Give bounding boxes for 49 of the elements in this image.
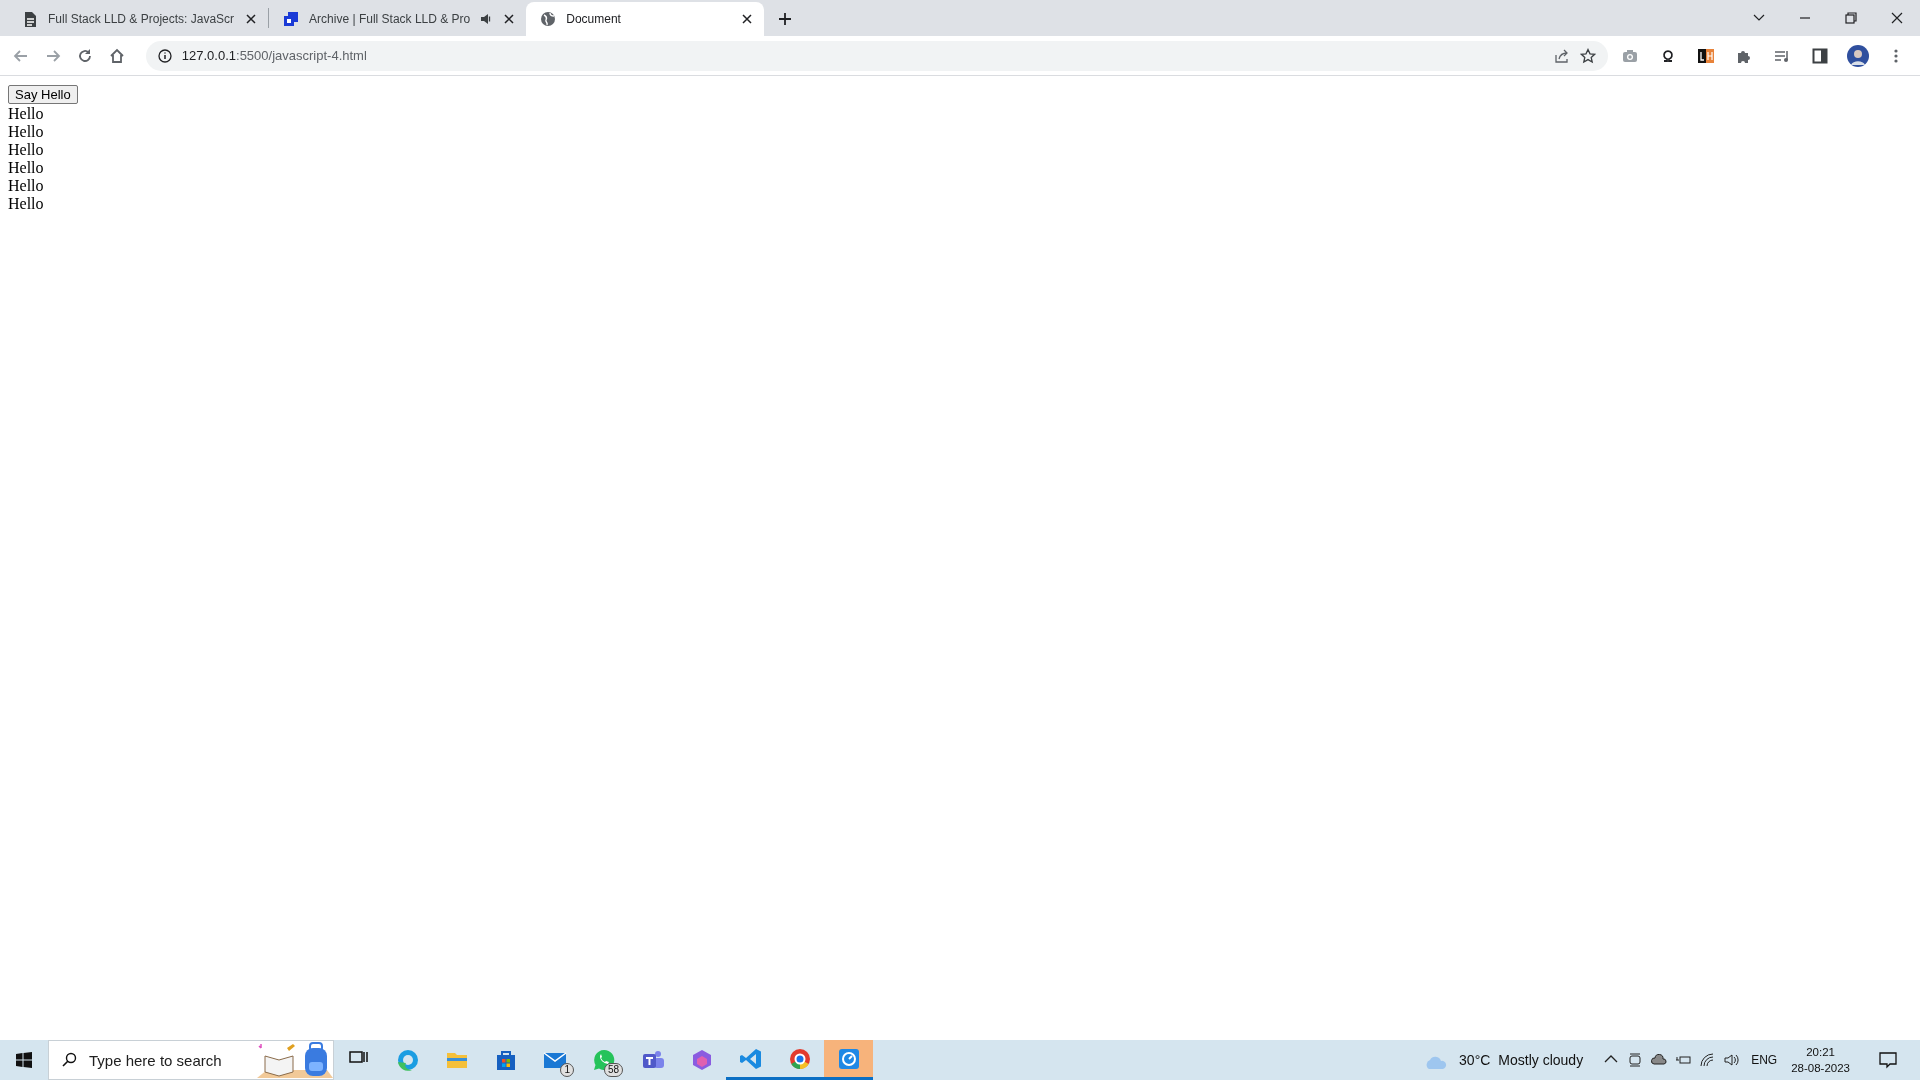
close-icon[interactable] <box>740 12 755 26</box>
globe-icon <box>540 11 557 27</box>
hello-text: Hello <box>8 105 44 123</box>
restore-icon[interactable] <box>1844 11 1858 25</box>
hello-text: Hello <box>8 123 44 141</box>
hello-text: Hello <box>8 159 44 177</box>
browser-logo-icon[interactable] <box>787 1046 812 1071</box>
language-indicator[interactable]: ENG <box>1751 1053 1778 1067</box>
weather-text[interactable]: Mostly cloudy <box>1498 1052 1584 1068</box>
speaker-icon[interactable] <box>1723 1052 1740 1068</box>
clock-date[interactable]: 28-08-2023 <box>1791 1060 1850 1076</box>
avatar-icon[interactable] <box>1847 44 1870 67</box>
taskbar-app-button[interactable]: 58 <box>579 1040 628 1080</box>
close-icon[interactable] <box>1890 11 1904 25</box>
temperature-text[interactable]: 30°C <box>1459 1052 1491 1068</box>
hello-text: Hello <box>8 195 44 213</box>
share-icon[interactable] <box>1554 47 1571 64</box>
notification-icon[interactable] <box>1878 1050 1898 1070</box>
camera-app-icon[interactable] <box>1627 1052 1644 1068</box>
clock-time[interactable]: 20:21 <box>1806 1044 1835 1060</box>
browser-tab[interactable]: Full Stack LLD & Projects: JavaScr <box>8 2 269 36</box>
say-hello-button[interactable]: Say Hello <box>8 85 78 104</box>
side-panel-icon[interactable] <box>1812 47 1829 64</box>
cube-icon <box>283 11 300 27</box>
extension-logo-icon[interactable] <box>1698 47 1715 64</box>
code-editor-icon[interactable] <box>738 1046 763 1071</box>
hello-text: Hello <box>8 177 44 195</box>
cloud-icon[interactable] <box>1651 1052 1668 1068</box>
document-icon <box>22 11 38 27</box>
speaker-icon[interactable] <box>480 13 493 25</box>
close-icon[interactable] <box>244 12 259 26</box>
taskbar-app-button[interactable] <box>824 1040 873 1080</box>
count-badge: 1 <box>560 1063 574 1077</box>
plus-icon[interactable] <box>778 12 793 26</box>
star-icon[interactable] <box>1580 47 1597 64</box>
address-bar[interactable]: 127.0.0.1:5500/javascript-4.html <box>145 40 1609 71</box>
search-field[interactable]: Type here to search <box>48 1040 334 1080</box>
browser-tab[interactable]: Archive | Full Stack LLD & Pro <box>269 2 527 36</box>
windows-logo-icon[interactable] <box>16 1052 32 1068</box>
taskbar-app-button[interactable]: 1 <box>530 1040 579 1080</box>
info-icon[interactable] <box>157 48 172 63</box>
hello-text: Hello <box>8 141 44 159</box>
camera-icon[interactable] <box>1622 47 1639 64</box>
browser-tab[interactable]: Document <box>526 2 765 36</box>
gauge-icon[interactable] <box>836 1046 861 1071</box>
count-badge: 58 <box>603 1063 623 1077</box>
wifi-icon[interactable] <box>1699 1052 1716 1068</box>
close-icon[interactable] <box>502 12 517 26</box>
search-icon <box>61 1052 77 1068</box>
